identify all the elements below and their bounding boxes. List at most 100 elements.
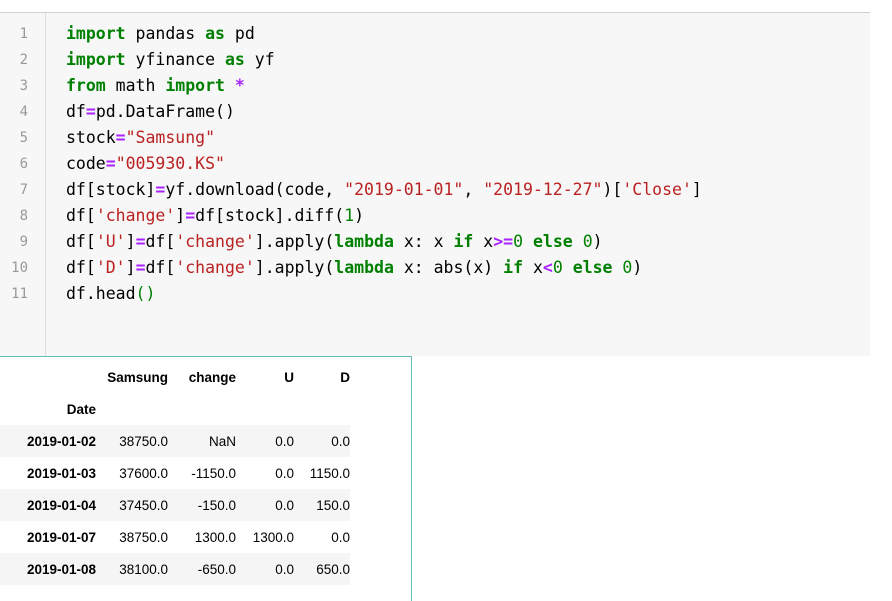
code-token: 'change' [175,258,255,277]
code-token: ) [592,232,603,251]
table-cell: -1150.0 [191,465,236,481]
code-line[interactable]: from math import * [66,73,245,99]
code-line[interactable]: df['U']=df['change'].apply(lambda x: x i… [66,229,603,255]
code-token: = [155,180,166,199]
code-line[interactable]: df['change']=df[stock].diff(1) [66,203,364,229]
table-cell: 1150.0 [309,465,350,481]
notebook-page: 1 2 3 4 5 6 7 8 9 10 11 import pandas as… [0,0,892,601]
code-token: ) [354,206,365,225]
code-line[interactable]: import pandas as pd [66,21,255,47]
code-token: 'change' [175,232,255,251]
row-index: 2019-01-04 [26,497,96,513]
code-token: ] [125,258,136,277]
table-cell: NaN [208,433,236,449]
code-token: if [503,258,524,277]
code-token: else [572,258,613,277]
code-line[interactable]: stock="Samsung" [66,125,215,151]
code-token: 0 [552,258,563,277]
empty-header-cell [294,393,350,425]
code-token: 'change' [95,206,176,225]
table-cell: 650.0 [316,561,350,577]
code-token: stock [66,128,116,147]
table-row: 2019-01-08 38100.0 -650.0 0.0 650.0 [0,553,350,585]
table-cell: 38750.0 [119,529,168,545]
code-line[interactable]: df.head() [66,281,155,307]
code-token: lambda [334,232,394,251]
line-number: 3 [19,78,28,94]
code-token: ].apply( [254,258,335,277]
code-token: yf.download(code, [165,180,345,199]
row-index: 2019-01-03 [26,465,96,481]
table-cell: 37600.0 [119,465,168,481]
code-line[interactable]: df=pd.DataFrame() [66,99,235,125]
code-token: import [66,50,126,69]
code-token: df[ [66,206,96,225]
code-token: 0 [622,258,633,277]
code-line[interactable]: df[stock]=yf.download(code, "2019-01-01"… [66,177,702,203]
table-cell: 0.0 [275,433,294,449]
code-token: from [66,76,106,95]
line-number: 6 [19,156,28,172]
table-cell: 1300.0 [252,529,294,545]
code-token: = [85,102,96,121]
table-header-row: Samsung change U D [0,361,350,393]
code-token: import [165,76,225,95]
code-token: "2019-12-27" [483,180,603,199]
code-token: = [135,232,146,251]
code-line[interactable]: import yfinance as yf [66,47,275,73]
code-token: 'D' [95,258,126,277]
code-token: ] [175,206,186,225]
index-name-row: Date [0,393,350,425]
code-token: df[ [145,232,176,251]
table-cell: 38750.0 [119,433,168,449]
code-token: df[stock].diff( [195,206,345,225]
code-token: = [115,128,126,147]
code-token: as [205,24,225,43]
code-token: pandas [125,24,206,43]
code-token: yfinance [125,50,225,69]
row-index: 2019-01-08 [26,561,96,577]
column-header-change: change [188,369,236,385]
code-token: 1 [344,206,355,225]
code-token: < [542,258,553,277]
code-token: 0 [582,232,593,251]
code-token: x: abs(x) [393,258,504,277]
code-token: = [105,154,116,173]
table-cell: 37450.0 [119,497,168,513]
code-token: ].apply( [254,232,335,251]
code-cell[interactable]: 1 2 3 4 5 6 7 8 9 10 11 import pandas as… [0,12,870,356]
line-number: 8 [19,208,28,224]
table-cell: -650.0 [197,561,236,577]
table-cell: -150.0 [197,497,236,513]
code-token: x [523,258,543,277]
code-token: df [66,102,86,121]
table-row: 2019-01-03 37600.0 -1150.0 0.0 1150.0 [0,457,350,489]
column-header-u: U [284,369,294,385]
code-token: = [185,206,196,225]
table-cell: 0.0 [275,561,294,577]
empty-header-cell [96,393,168,425]
index-name: Date [66,401,96,417]
code-token: ] [691,180,702,199]
column-header-d: D [340,369,350,385]
empty-header-cell [168,393,236,425]
table-cell: 150.0 [316,497,350,513]
row-index: 2019-01-07 [26,529,96,545]
table-cell: 0.0 [275,465,294,481]
code-token: "2019-01-01" [344,180,464,199]
line-number: 2 [19,52,28,68]
code-token: math [105,76,166,95]
code-line[interactable]: df['D']=df['change'].apply(lambda x: abs… [66,255,642,281]
code-token: "005930.KS" [115,154,225,173]
table-cell: 0.0 [275,497,294,513]
cell-output: Samsung change U D Date 2019-01-02 38750… [0,356,412,601]
code-token: df.head [66,284,136,303]
code-line[interactable]: code="005930.KS" [66,151,225,177]
code-token: = [135,258,146,277]
line-number: 5 [19,130,28,146]
code-token: () [135,284,156,303]
code-token: , [463,180,484,199]
